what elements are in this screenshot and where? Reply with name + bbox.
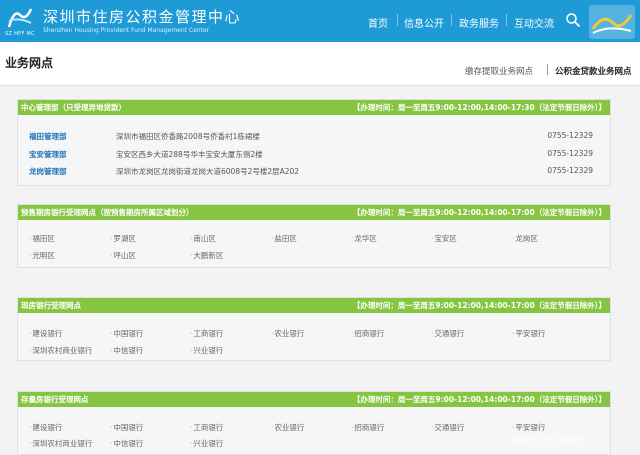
district-link[interactable]: 光明区 <box>29 250 55 261</box>
district-link[interactable]: 南山区 <box>190 233 216 244</box>
section-title: 存量房银行受理网点 <box>21 395 89 404</box>
nav-item-info-disclosure[interactable]: 信息公开 <box>404 15 444 30</box>
section-completed-housing-outlets: 现房银行受理网点 【办理时间：周一至周五9:00-12:00,14:00-17:… <box>17 297 611 361</box>
nav-item-home[interactable]: 首页 <box>368 15 388 30</box>
nav-item-government-services[interactable]: 政务服务 <box>459 15 499 30</box>
section-title: 预售期房银行受理网点（按预售期房所属区域划分） <box>21 208 194 217</box>
bank-link[interactable]: 兴业银行 <box>190 345 223 356</box>
center-logo-icon[interactable] <box>6 5 34 31</box>
bank-link[interactable]: 农业银行 <box>271 422 304 433</box>
bank-link[interactable]: 建设银行 <box>29 328 62 339</box>
bank-link[interactable]: 农业银行 <box>271 328 304 339</box>
bank-link[interactable]: 建设银行 <box>29 422 62 433</box>
bank-link[interactable]: 深圳农村商业银行 <box>29 345 92 356</box>
search-icon[interactable] <box>565 12 581 28</box>
campaign-badge-icon[interactable] <box>589 5 635 39</box>
bank-link[interactable]: 平安银行 <box>512 328 545 339</box>
district-link[interactable]: 盐田区 <box>271 233 297 244</box>
bank-link[interactable]: 中信银行 <box>110 438 143 449</box>
bank-link[interactable]: 中信银行 <box>110 345 143 356</box>
section-header: 中心管理部（只受理异地贷款） 【办理时间：周一至周五9:00-12:00,14:… <box>18 100 610 115</box>
section-header: 现房银行受理网点 【办理时间：周一至周五9:00-12:00,14:00-17:… <box>18 298 610 313</box>
site-header: SZ HPF MC 深圳市住房公积金管理中心 Shenzhen Housing … <box>0 0 640 42</box>
tab-divider <box>547 64 548 75</box>
logo-caption: SZ HPF MC <box>5 31 35 37</box>
district-link[interactable]: 宝安区 <box>431 233 457 244</box>
section-presale-outlets: 预售期房银行受理网点（按预售期房所属区域划分） 【办理时间：周一至周五9:00-… <box>17 204 611 268</box>
dept-address: 宝安区西乡大道288号华丰宝安大厦东侧2楼 <box>116 150 263 159</box>
section-hours: 【办理时间：周一至周五9:00-12:00,14:00-17:30（法定节假日除… <box>352 103 606 112</box>
bank-link[interactable]: 交通银行 <box>431 422 464 433</box>
district-link[interactable]: 罗湖区 <box>110 233 136 244</box>
section-header: 存量房银行受理网点 【办理时间：周一至周五9:00-12:00,14:00-17… <box>18 392 610 407</box>
nav-divider <box>451 14 452 26</box>
source-watermark: 百家号/乐乐居士 <box>512 436 586 447</box>
section-hours: 【办理时间：周一至周五9:00-12:00,14:00-17:00（法定节假日除… <box>352 301 606 310</box>
dept-link-longgang[interactable]: 龙岗管理部 <box>29 166 67 177</box>
nav-divider <box>506 14 507 26</box>
bank-link[interactable]: 中国银行 <box>110 422 143 433</box>
bank-link[interactable]: 招商银行 <box>351 328 384 339</box>
bank-link[interactable]: 交通银行 <box>431 328 464 339</box>
nav-divider <box>397 14 398 26</box>
section-title: 现房银行受理网点 <box>21 301 81 310</box>
nav-item-interaction[interactable]: 互动交流 <box>514 15 554 30</box>
site-title[interactable]: 深圳市住房公积金管理中心 <box>43 6 241 27</box>
tab-loan-outlets[interactable]: 公积金贷款业务网点 <box>555 65 632 77</box>
bank-link[interactable]: 深圳农村商业银行 <box>29 438 92 449</box>
tab-deposit-withdrawal-outlets[interactable]: 缴存提取业务网点 <box>465 65 533 77</box>
bank-link[interactable]: 工商银行 <box>190 422 223 433</box>
breadcrumb-bar <box>0 42 640 86</box>
dept-phone: 0755-12329 <box>547 131 593 140</box>
dept-address: 深圳市龙岗区龙岗街道龙岗大道6008号2号楼2层A202 <box>116 167 300 176</box>
district-link[interactable]: 福田区 <box>29 233 55 244</box>
section-header: 预售期房银行受理网点（按预售期房所属区域划分） 【办理时间：周一至周五9:00-… <box>18 205 610 220</box>
district-link[interactable]: 大鹏新区 <box>190 250 223 261</box>
section-hours: 【办理时间：周一至周五9:00-12:00,14:00-17:00（法定节假日除… <box>352 395 606 404</box>
bank-link[interactable]: 招商银行 <box>351 422 384 433</box>
district-link[interactable]: 龙华区 <box>351 233 377 244</box>
dept-address: 深圳市福田区侨香路2008号侨香村1栋裙楼 <box>116 132 260 141</box>
district-link[interactable]: 龙岗区 <box>512 233 538 244</box>
site-subtitle: Shenzhen Housing Provident Fund Manageme… <box>43 27 210 34</box>
dept-phone: 0755-12329 <box>547 166 593 175</box>
bank-link[interactable]: 工商银行 <box>190 328 223 339</box>
dept-link-futian[interactable]: 福田管理部 <box>29 131 67 142</box>
bank-link[interactable]: 中国银行 <box>110 328 143 339</box>
section-hours: 【办理时间：周一至周五9:00-12:00,14:00-17:00（法定节假日除… <box>352 208 606 217</box>
district-link[interactable]: 坪山区 <box>110 250 136 261</box>
bank-link[interactable]: 兴业银行 <box>190 438 223 449</box>
section-center-departments: 中心管理部（只受理异地贷款） 【办理时间：周一至周五9:00-12:00,14:… <box>17 99 611 186</box>
dept-link-baoan[interactable]: 宝安管理部 <box>29 149 67 160</box>
page-title: 业务网点 <box>5 56 54 70</box>
dept-phone: 0755-12329 <box>547 149 593 158</box>
section-title: 中心管理部（只受理异地贷款） <box>21 103 126 112</box>
